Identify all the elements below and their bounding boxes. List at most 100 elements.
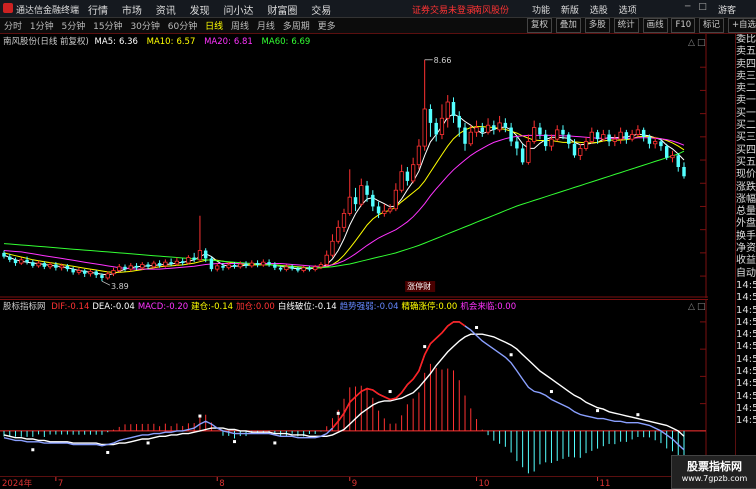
candle-27 <box>157 263 162 266</box>
menu-trade[interactable]: 交易 <box>311 2 331 17</box>
candle-78 <box>451 102 456 116</box>
main-chart-legend: 南风股份(日线 前复权) MA5: 6.36 MA10: 6.57 MA20: 6.8… <box>3 35 316 47</box>
trade-time-0: 14:50 <box>736 279 756 291</box>
tab-60min[interactable]: 60分钟 <box>168 19 197 32</box>
candle-84 <box>485 124 491 133</box>
guest-label[interactable]: 游客 <box>718 3 736 16</box>
mark-button[interactable]: 标记 <box>699 18 725 33</box>
candle-54 <box>313 266 318 270</box>
candle-108 <box>624 132 629 140</box>
tab-weekly[interactable]: 周线 <box>231 19 249 32</box>
tab-monthly[interactable]: 月线 <box>257 19 275 32</box>
ma10-value: 6.57 <box>176 37 196 47</box>
candle-50 <box>290 266 294 269</box>
overlay-button[interactable]: 叠加 <box>555 18 581 33</box>
candle-99 <box>572 143 577 156</box>
adjust-button[interactable]: 复权 <box>527 18 553 33</box>
menu-news[interactable]: 资讯 <box>156 2 176 17</box>
candle-34 <box>197 250 203 261</box>
menu-ask-assistant[interactable]: 问小达 <box>224 2 254 17</box>
candle-102 <box>589 131 594 142</box>
menu-quotes[interactable]: 行情 <box>88 2 108 17</box>
tab-intraday[interactable]: 分时 <box>4 19 22 32</box>
candle-87 <box>503 122 508 128</box>
candle-118 <box>682 167 686 177</box>
candle-105 <box>607 134 611 142</box>
candle-77 <box>445 101 450 119</box>
multi-stock-button[interactable]: 多股 <box>584 18 610 33</box>
period-tabs: 分时 1分钟 5分钟 15分钟 30分钟 60分钟 日线 周线 月线 多周期 更… <box>4 19 341 32</box>
collapse-sub-icon[interactable]: △ <box>688 302 695 312</box>
candle-98 <box>567 134 571 144</box>
menu-market[interactable]: 市场 <box>122 2 142 17</box>
trade-time-8: 14:50 <box>736 378 756 390</box>
candle-93 <box>538 127 542 135</box>
auto-trade-section[interactable]: 自动交易 <box>736 268 756 280</box>
tab-multi-period[interactable]: 多周期 <box>283 19 310 32</box>
candle-64 <box>371 194 375 207</box>
trade-time-5: 14:50 <box>736 341 756 353</box>
candle-52 <box>301 267 306 271</box>
macd-indicator-chart[interactable]: 0.800.600.400.200.00-0.20△□ <box>0 299 708 475</box>
trade-time-4: 14:50 <box>736 329 756 341</box>
candle-100 <box>578 148 583 156</box>
candle-22 <box>128 265 133 270</box>
title-bar: 通达信金融终端 行情 市场 资讯 发现 问小达 财富圈 交易 证券交易未登录 南… <box>0 0 756 18</box>
signal-dot-2 <box>146 441 150 445</box>
menu-discover[interactable]: 发现 <box>190 2 210 17</box>
f10-button[interactable]: F10 <box>671 18 696 33</box>
tab-more[interactable]: 更多 <box>318 19 336 32</box>
ma10-label: MA10: 6.57 <box>147 37 199 47</box>
candle-48 <box>278 267 283 270</box>
menu-function[interactable]: 功能 <box>532 3 550 16</box>
tab-15min[interactable]: 15分钟 <box>93 19 122 32</box>
candle-37 <box>215 265 220 270</box>
candle-79 <box>457 115 461 128</box>
menu-new-version[interactable]: 新版 <box>561 3 579 16</box>
settings-main-icon[interactable]: □ <box>697 38 706 48</box>
candle-29 <box>169 262 173 265</box>
login-alert[interactable]: 证券交易未登录 <box>412 3 475 16</box>
indicator-item-7: 精确涨停:0.00 <box>401 302 458 312</box>
candle-68 <box>393 189 398 210</box>
trade-time-3: 14:50 <box>736 316 756 328</box>
trade-time-6: 14:50 <box>736 353 756 365</box>
date-axis: 2024年789101112 <box>0 476 735 488</box>
indicator-item-5: 白线破位:-0.14 <box>277 302 337 312</box>
tab-1min[interactable]: 1分钟 <box>30 19 54 32</box>
tab-5min[interactable]: 5分钟 <box>62 19 86 32</box>
kline-chart[interactable]: 8.508.007.507.006.506.005.505.004.504.00… <box>0 34 708 298</box>
collapse-main-icon[interactable]: △ <box>688 38 695 48</box>
minimize-icon[interactable]: ─ <box>685 2 690 12</box>
limit-up-tag[interactable]: 涨停财 <box>407 281 431 291</box>
candle-110 <box>635 129 641 135</box>
candle-10 <box>59 265 64 269</box>
candle-89 <box>515 141 519 149</box>
signal-dot-1 <box>106 450 110 454</box>
candle-81 <box>468 131 473 145</box>
candle-18 <box>105 273 110 279</box>
add-watchlist-button[interactable]: +自选 <box>727 18 756 33</box>
menu-options[interactable]: 选项 <box>619 3 637 16</box>
candle-17 <box>100 275 104 278</box>
candle-53 <box>307 267 312 270</box>
candle-38 <box>221 265 225 268</box>
settings-sub-icon[interactable]: □ <box>697 302 706 312</box>
candle-33 <box>192 257 196 260</box>
maximize-icon[interactable]: □ <box>698 2 707 12</box>
candle-45 <box>261 261 266 266</box>
ma20-label: MA20: 6.81 <box>204 37 256 47</box>
tab-daily[interactable]: 日线 <box>205 19 223 32</box>
tab-30min[interactable]: 30分钟 <box>130 19 159 32</box>
draw-line-button[interactable]: 画线 <box>642 18 668 33</box>
menu-wealth-circle[interactable]: 财富圈 <box>267 2 297 17</box>
app-title: 通达信金融终端 <box>16 6 80 16</box>
trade-time-2: 14:50 <box>736 304 756 316</box>
chart-tools: 复权 叠加 多股 统计 画线 F10 标记 +自选 <box>527 18 756 33</box>
candle-85 <box>492 125 496 130</box>
candle-3 <box>19 259 24 264</box>
candle-44 <box>255 263 260 265</box>
signal-dot-3 <box>198 414 202 418</box>
menu-stock-picker[interactable]: 选股 <box>590 3 608 16</box>
statistics-button[interactable]: 统计 <box>613 18 639 33</box>
